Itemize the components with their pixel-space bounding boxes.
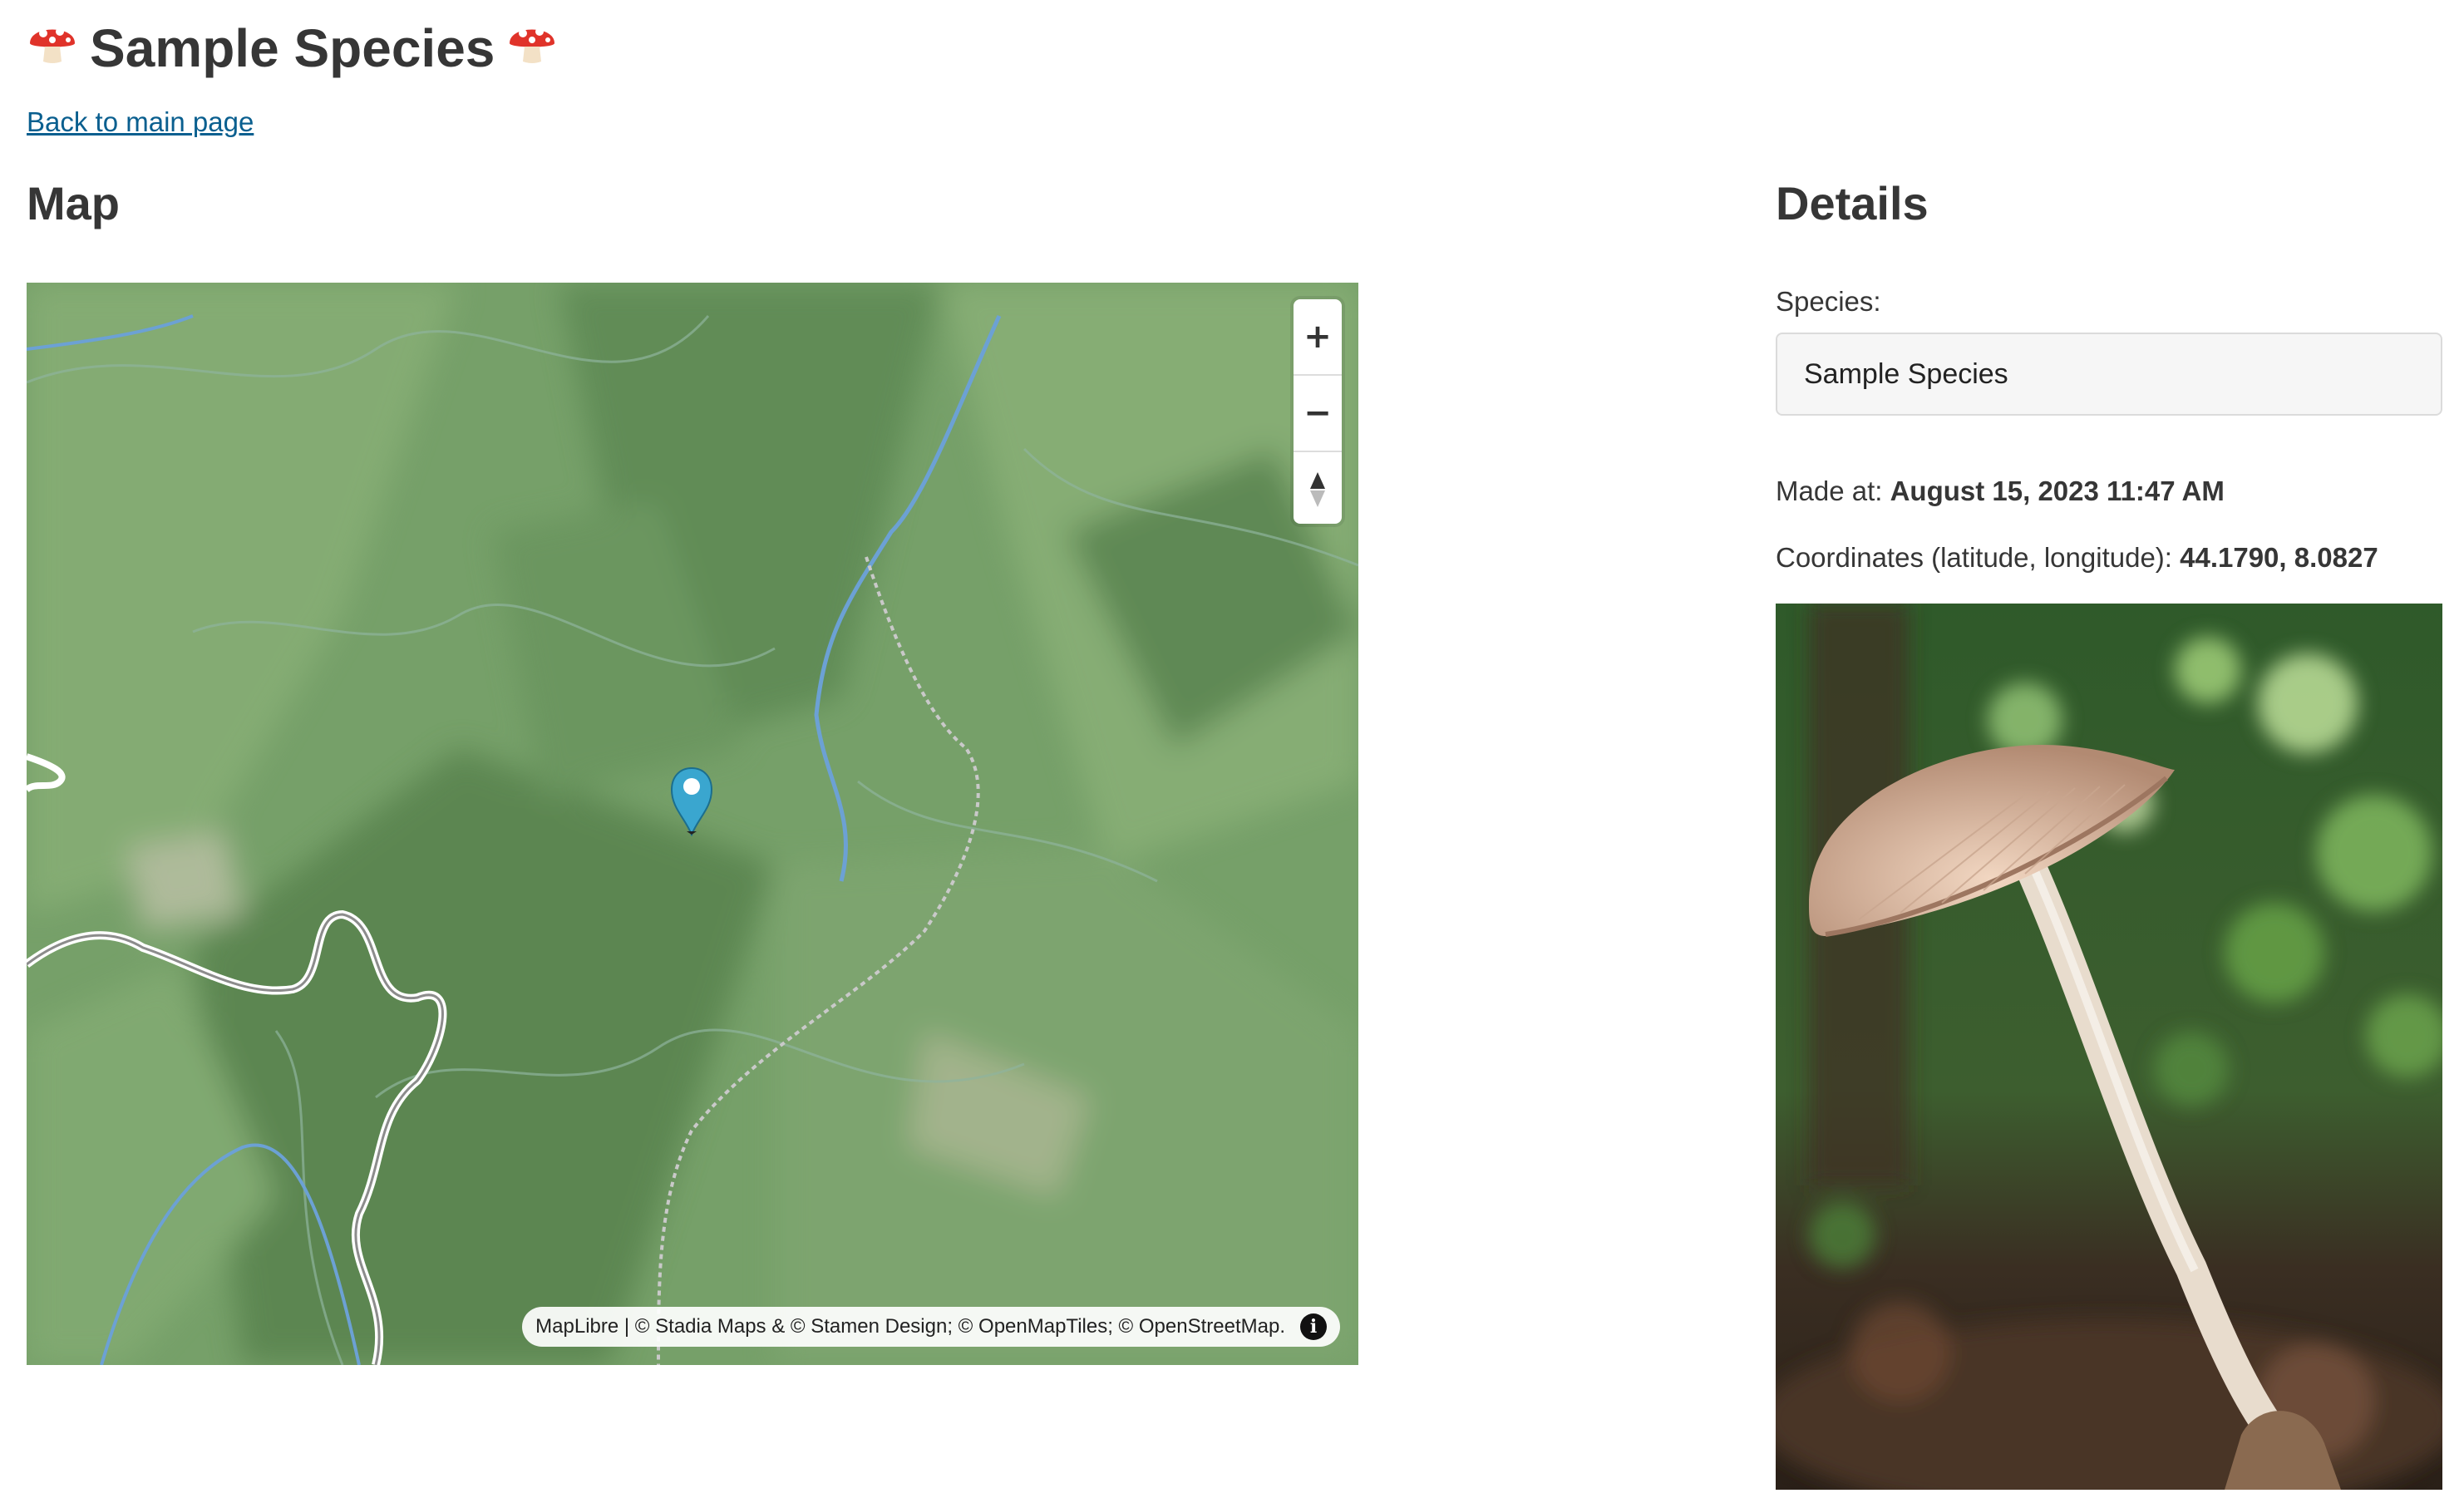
attribution-text[interactable]: MapLibre | © Stadia Maps & © Stamen Desi… (535, 1315, 1285, 1338)
coordinates-value: 44.1790, 8.0827 (2180, 542, 2378, 573)
map-view[interactable]: + − MapLibre | © Stadia Maps & © Stamen … (27, 283, 1358, 1365)
zoom-in-button[interactable]: + (1294, 299, 1342, 374)
back-link[interactable]: Back to main page (27, 106, 254, 138)
map-heading: Map (27, 177, 120, 229)
page-title: Sample Species (27, 15, 558, 81)
title-text: Sample Species (90, 18, 495, 78)
species-field[interactable] (1776, 333, 2442, 416)
made-at-label: Made at: (1776, 476, 1883, 506)
species-label: Species: (1776, 286, 1881, 317)
compass-button[interactable] (1294, 451, 1342, 527)
coordinates-label: Coordinates (latitude, longitude): (1776, 542, 2172, 573)
map-pin-icon[interactable] (668, 765, 715, 836)
details-heading: Details (1776, 177, 1929, 229)
mushroom-icon (27, 15, 78, 81)
map-zoom-controls: + − (1294, 299, 1342, 524)
map-attribution: MapLibre | © Stadia Maps & © Stamen Desi… (522, 1307, 1340, 1347)
mushroom-icon (506, 15, 558, 81)
coordinates-row: Coordinates (latitude, longitude): 44.17… (1776, 542, 2378, 574)
made-at-row: Made at: August 15, 2023 11:47 AM (1776, 476, 2225, 507)
made-at-value: August 15, 2023 11:47 AM (1890, 476, 2225, 506)
zoom-out-button[interactable]: − (1294, 374, 1342, 451)
mushroom-photo (1776, 604, 2442, 1490)
north-arrow-icon (1310, 472, 1325, 507)
info-icon[interactable]: i (1300, 1313, 1327, 1340)
